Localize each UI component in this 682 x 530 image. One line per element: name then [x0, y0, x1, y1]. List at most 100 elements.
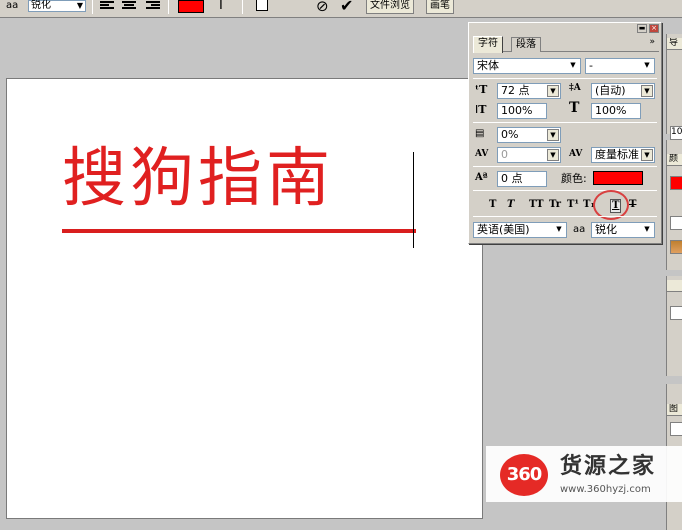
- chevron-down-icon: ▼: [547, 85, 559, 97]
- divider: [473, 216, 657, 217]
- watermark-url: www.360hyzj.com: [560, 484, 651, 495]
- tab-file-browser[interactable]: 文件浏览: [366, 0, 414, 14]
- horizontal-scale-icon: T: [569, 100, 580, 116]
- styles-tab[interactable]: [667, 280, 682, 292]
- chevron-down-icon: ▼: [547, 129, 559, 141]
- antialias-value: 锐化: [31, 0, 51, 11]
- all-caps-button[interactable]: TT: [529, 199, 544, 211]
- color-slider[interactable]: [670, 216, 682, 230]
- divider: [473, 78, 657, 79]
- font-size-icon: ᵗT: [475, 83, 488, 96]
- layer-mode-field[interactable]: [670, 422, 682, 436]
- navigator-tab[interactable]: 导: [667, 38, 682, 50]
- align-right-icon[interactable]: [146, 1, 160, 12]
- chevron-down-icon: ▼: [556, 225, 562, 233]
- panel-menu-icon[interactable]: »: [649, 37, 655, 47]
- text-cursor: [413, 152, 414, 248]
- kerning-value: 0: [501, 148, 508, 161]
- cancel-icon[interactable]: ⊘: [316, 0, 329, 15]
- font-size-value: 72 点: [501, 84, 530, 97]
- superscript-button[interactable]: T¹: [567, 199, 579, 211]
- tsume-icon: ▤: [475, 128, 485, 139]
- language-select[interactable]: 英语(美国) ▼: [473, 222, 567, 238]
- tab-paragraph[interactable]: 段落: [511, 37, 541, 52]
- palette-well: 文件浏览 画笔: [362, 0, 682, 17]
- canvas-text[interactable]: 搜狗指南: [62, 144, 416, 214]
- commit-icon[interactable]: ✔: [340, 0, 353, 15]
- language-value: 英语(美国): [477, 223, 530, 236]
- font-style-value: -: [589, 59, 593, 72]
- separator: [92, 0, 93, 14]
- antialias-select[interactable]: 锐化 ▼: [28, 0, 86, 12]
- character-color-swatch[interactable]: [593, 171, 643, 185]
- separator: [242, 0, 243, 14]
- font-style-select[interactable]: - ▼: [585, 58, 655, 74]
- watermark-brand: 货源之家: [560, 454, 657, 479]
- style-swatch[interactable]: [670, 306, 682, 320]
- tracking-field[interactable]: 度量标准 ▼: [591, 147, 655, 163]
- text-color-swatch[interactable]: [178, 0, 204, 13]
- chevron-down-icon: ▼: [547, 149, 559, 161]
- chevron-down-icon: ▼: [76, 1, 83, 10]
- options-bar: aa 锐化 ▼ Ĭ ⊘ ✔ 文件浏览 画笔: [0, 0, 682, 18]
- divider: [473, 122, 657, 123]
- faux-italic-button[interactable]: T: [507, 199, 514, 211]
- vertical-scale-field[interactable]: 100%: [497, 103, 547, 119]
- baseline-shift-value: 0 点: [501, 172, 523, 185]
- tsume-field[interactable]: 0% ▼: [497, 127, 561, 143]
- chevron-down-icon: ▼: [641, 85, 653, 97]
- tracking-icon: AV: [569, 149, 583, 159]
- baseline-shift-icon: Aª: [475, 172, 488, 183]
- divider: [473, 190, 657, 191]
- color-panel: 颜: [666, 140, 682, 270]
- color-ramp[interactable]: [670, 240, 682, 254]
- kerning-field[interactable]: 0 ▼: [497, 147, 561, 163]
- align-left-icon[interactable]: [100, 1, 114, 12]
- antialias-icon: aa: [6, 0, 19, 11]
- chevron-down-icon: ▼: [570, 61, 576, 69]
- horizontal-scale-field[interactable]: 100%: [591, 103, 641, 119]
- color-tab[interactable]: 颜: [667, 154, 682, 166]
- character-panel: ▬ × 字符 段落 » 宋体 ▼ - ▼ ᵗT 72 点 ▼ ‡A (自动) ▼…: [468, 22, 662, 244]
- color-label: 颜色:: [561, 172, 587, 185]
- separator: [168, 0, 169, 14]
- panel-tabs: 字符 段落: [473, 36, 659, 53]
- vertical-scale-value: 100%: [501, 104, 533, 117]
- leading-field[interactable]: (自动) ▼: [591, 83, 655, 99]
- warp-text-icon[interactable]: Ĭ: [219, 0, 223, 13]
- font-family-select[interactable]: 宋体 ▼: [473, 58, 581, 74]
- tracking-value: 度量标准: [595, 148, 639, 161]
- tab-character[interactable]: 字符: [473, 36, 503, 53]
- leading-icon: ‡A: [569, 83, 581, 93]
- text-underline: [62, 229, 416, 233]
- antialias-select[interactable]: 锐化 ▼: [591, 222, 655, 238]
- align-center-icon[interactable]: [122, 1, 136, 12]
- font-family-value: 宋体: [477, 59, 499, 72]
- small-caps-button[interactable]: Tr: [549, 199, 561, 211]
- kerning-icon: AV: [475, 149, 489, 159]
- tsume-value: 0%: [501, 128, 519, 141]
- antialias-value: 锐化: [595, 223, 617, 236]
- baseline-shift-field[interactable]: 0 点: [497, 171, 547, 187]
- faux-bold-button[interactable]: T: [489, 199, 496, 211]
- close-icon[interactable]: ×: [649, 24, 659, 33]
- chevron-down-icon: ▼: [644, 61, 650, 69]
- minimize-icon[interactable]: ▬: [637, 24, 647, 33]
- divider: [473, 166, 657, 167]
- antialias-icon: aa: [573, 224, 586, 235]
- watermark: 360 货源之家 www.360hyzj.com: [486, 446, 682, 502]
- horizontal-scale-value: 100%: [595, 104, 627, 117]
- leading-value: (自动): [595, 84, 626, 97]
- chevron-down-icon: ▼: [641, 149, 653, 161]
- styles-panel: [666, 276, 682, 376]
- tab-brushes[interactable]: 画笔: [426, 0, 454, 14]
- font-size-field[interactable]: 72 点 ▼: [497, 83, 561, 99]
- layers-tab[interactable]: 图: [667, 404, 682, 416]
- navigator-panel: 导 10: [666, 34, 682, 140]
- palettes-icon[interactable]: [256, 0, 268, 11]
- foreground-color-swatch[interactable]: [670, 176, 682, 190]
- strikethrough-button[interactable]: T: [629, 199, 636, 211]
- zoom-field[interactable]: 10: [670, 126, 682, 140]
- panel-titlebar[interactable]: ▬ ×: [469, 23, 661, 33]
- watermark-logo: 360: [500, 454, 548, 496]
